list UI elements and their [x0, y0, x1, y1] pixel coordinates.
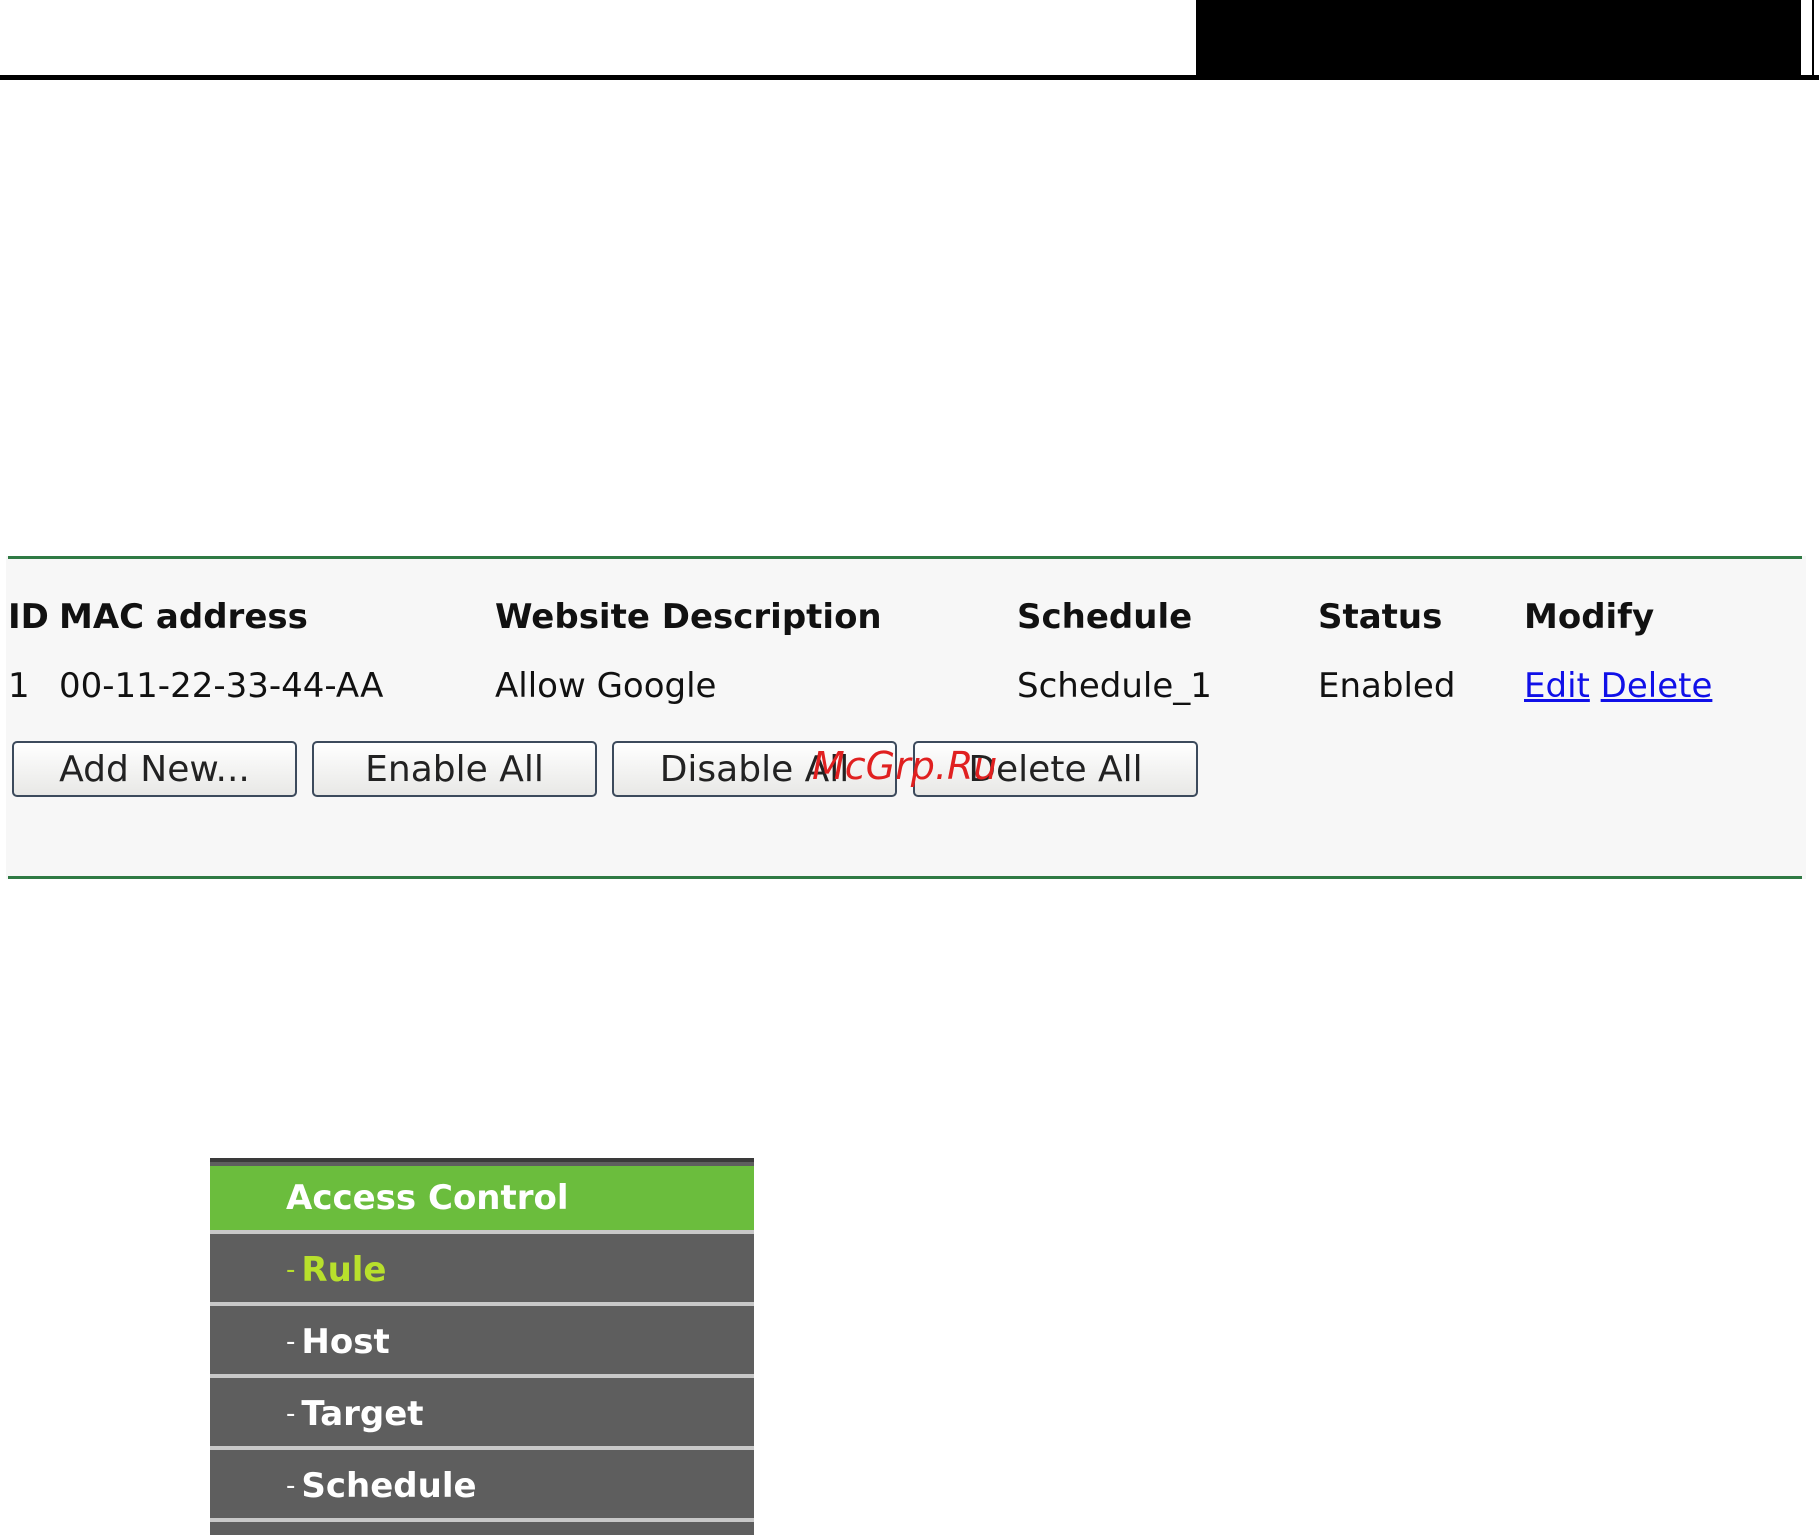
header-id: ID: [8, 597, 49, 637]
sidebar-item-rule[interactable]: - Rule: [210, 1238, 754, 1306]
header-mac-address: MAC address: [59, 597, 308, 637]
enable-all-button[interactable]: Enable All: [312, 741, 597, 797]
panel-top-line: [8, 556, 1802, 559]
table-row: 1 00-11-22-33-44-AA Allow Google Schedul…: [8, 642, 1794, 730]
sidebar-item-target[interactable]: - Target: [210, 1382, 754, 1450]
header-schedule: Schedule: [1017, 597, 1193, 637]
delete-link[interactable]: Delete: [1601, 666, 1713, 706]
header-rule: [0, 75, 1819, 80]
menu-dash: -: [286, 1255, 296, 1285]
edit-link[interactable]: Edit: [1524, 666, 1590, 706]
header-website-description: Website Description: [495, 597, 882, 637]
sidebar-item-label: Rule: [301, 1250, 387, 1290]
rules-table: ID MAC address Website Description Sched…: [8, 592, 1794, 730]
cell-id: 1: [8, 666, 30, 706]
sidebar-item-label: Target: [301, 1394, 424, 1434]
menu-title-access-control[interactable]: Access Control: [210, 1166, 754, 1234]
sidebar-menu: Access Control - Rule - Host - Target - …: [210, 1158, 754, 1535]
sidebar-item-label: Schedule: [301, 1466, 477, 1506]
cell-schedule: Schedule_1: [1017, 666, 1212, 706]
cell-modify: Edit Delete: [1524, 642, 1794, 730]
header-black-box: [1196, 0, 1801, 75]
sidebar-item-label: Host: [301, 1322, 390, 1362]
watermark-text: McGrp.Ru: [812, 744, 998, 788]
menu-dash: -: [286, 1327, 296, 1357]
header-edge-mark: [1812, 0, 1814, 78]
cell-description: Allow Google: [495, 666, 717, 706]
panel-bottom-line: [8, 876, 1802, 879]
menu-dash: -: [286, 1471, 296, 1501]
table-header-row: ID MAC address Website Description Sched…: [8, 592, 1794, 642]
sidebar-item-host[interactable]: - Host: [210, 1310, 754, 1378]
header-status: Status: [1318, 597, 1443, 637]
menu-dash: -: [286, 1399, 296, 1429]
sidebar-item-schedule[interactable]: - Schedule: [210, 1454, 754, 1522]
cell-status: Enabled: [1318, 666, 1456, 706]
add-new-button[interactable]: Add New...: [12, 741, 297, 797]
header-modify: Modify: [1524, 597, 1655, 637]
cell-mac: 00-11-22-33-44-AA: [59, 666, 384, 706]
